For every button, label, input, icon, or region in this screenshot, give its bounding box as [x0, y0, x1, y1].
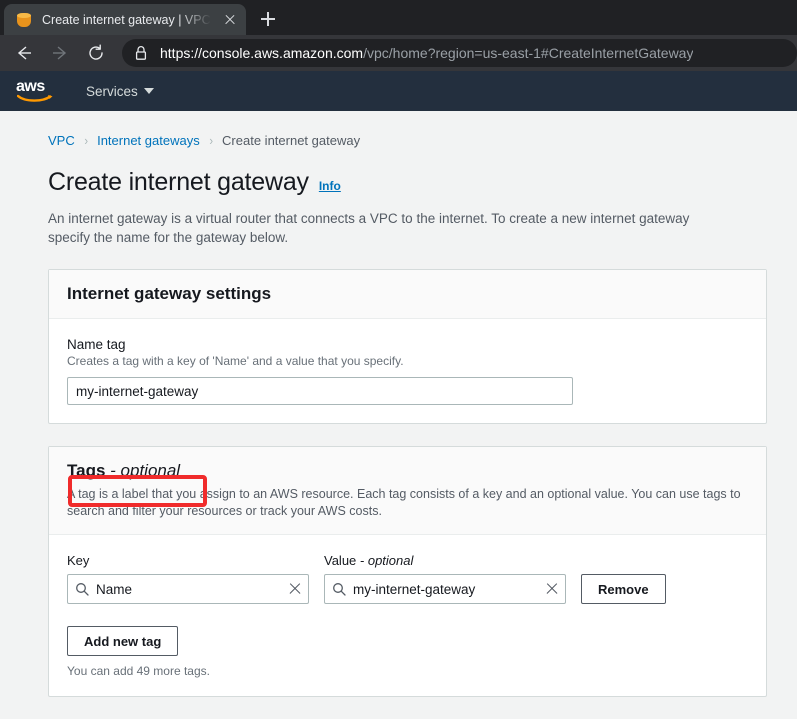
- page-content: VPC › Internet gateways › Create interne…: [0, 111, 797, 719]
- settings-card-heading: Internet gateway settings: [49, 270, 766, 319]
- back-arrow-icon[interactable]: [8, 37, 40, 69]
- breadcrumb-separator-icon: ›: [84, 133, 88, 148]
- chevron-down-icon: [143, 88, 154, 94]
- tag-value-label: Value - optional: [324, 553, 566, 568]
- tags-card-body: Key Name Value - optional my-internet-ga…: [49, 535, 766, 696]
- page-header: Create internet gateway Info: [0, 148, 797, 197]
- remove-tag-button[interactable]: Remove: [581, 574, 666, 604]
- tags-heading-text: Tags: [67, 461, 106, 480]
- plus-icon[interactable]: [254, 5, 282, 33]
- reload-icon[interactable]: [80, 37, 112, 69]
- aws-console: aws Services VPC › Internet gateways › C…: [0, 71, 797, 719]
- tag-key-value: Name: [96, 581, 133, 597]
- tags-card-description: A tag is a label that you assign to an A…: [67, 487, 741, 518]
- breadcrumb-item-internet-gateways[interactable]: Internet gateways: [97, 133, 200, 148]
- services-label: Services: [86, 83, 138, 99]
- settings-card-body: Name tag Creates a tag with a key of 'Na…: [49, 319, 766, 423]
- browser-tab-title: Create internet gateway | VPC Management…: [42, 12, 218, 27]
- table-row: Key Name Value - optional my-internet-ga…: [67, 553, 748, 604]
- url-text: https://console.aws.amazon.com/vpc/home?…: [160, 45, 693, 61]
- address-bar[interactable]: https://console.aws.amazon.com/vpc/home?…: [122, 39, 797, 67]
- breadcrumb: VPC › Internet gateways › Create interne…: [0, 111, 797, 148]
- tag-count-text: You can add 49 more tags.: [67, 664, 210, 678]
- browser-tab[interactable]: Create internet gateway | VPC Management…: [4, 4, 246, 35]
- close-icon[interactable]: [545, 582, 559, 596]
- close-icon[interactable]: [220, 10, 240, 30]
- tags-heading-optional: - optional: [105, 461, 181, 480]
- browser-toolbar: https://console.aws.amazon.com/vpc/home?…: [0, 35, 797, 71]
- tags-card-heading: Tags - optional A tag is a label that yo…: [49, 447, 766, 535]
- breadcrumb-separator-icon: ›: [209, 133, 213, 148]
- services-menu[interactable]: Services: [86, 84, 154, 99]
- breadcrumb-item-current: Create internet gateway: [222, 133, 361, 148]
- add-tag-section: Add new tag You can add 49 more tags.: [67, 626, 748, 678]
- tag-value-value: my-internet-gateway: [353, 581, 476, 597]
- url-domain: https://console.aws.amazon.com: [160, 45, 364, 61]
- aws-logo[interactable]: aws: [16, 78, 58, 104]
- name-tag-input-value: my-internet-gateway: [76, 383, 199, 399]
- add-new-tag-button[interactable]: Add new tag: [67, 626, 179, 656]
- tag-value-label-text: Value: [324, 553, 357, 568]
- form-footer: Cancel Create internet gateway: [48, 713, 767, 719]
- name-tag-input[interactable]: my-internet-gateway: [67, 377, 573, 405]
- name-tag-hint: Creates a tag with a key of 'Name' and a…: [67, 354, 404, 368]
- aws-vpc-box-icon: [16, 12, 32, 28]
- lock-icon: [134, 45, 148, 61]
- tag-value-label-optional: - optional: [356, 553, 414, 568]
- info-link[interactable]: Info: [319, 179, 341, 193]
- tag-key-column: Key Name: [67, 553, 309, 604]
- page-title: Create internet gateway: [48, 168, 309, 196]
- tag-value-input[interactable]: my-internet-gateway: [324, 574, 566, 604]
- name-tag-label: Name tag: [67, 337, 126, 352]
- browser-tab-strip: Create internet gateway | VPC Management…: [0, 0, 797, 35]
- url-path: /vpc/home?region=us-east-1#CreateInterne…: [363, 45, 694, 61]
- internet-gateway-settings-card: Internet gateway settings Name tag Creat…: [48, 269, 767, 424]
- page-description: An internet gateway is a virtual router …: [48, 211, 690, 245]
- search-icon: [76, 583, 89, 596]
- aws-global-navigation: aws Services: [0, 71, 797, 111]
- close-icon[interactable]: [288, 582, 302, 596]
- tags-card: Tags - optional A tag is a label that yo…: [48, 446, 767, 697]
- search-icon: [333, 583, 346, 596]
- aws-smile-icon: [17, 94, 53, 102]
- tag-value-column: Value - optional my-internet-gateway: [324, 553, 566, 604]
- breadcrumb-item-vpc[interactable]: VPC: [48, 133, 75, 148]
- tag-key-label: Key: [67, 553, 90, 568]
- browser-window: Create internet gateway | VPC Management…: [0, 0, 797, 719]
- tag-key-input[interactable]: Name: [67, 574, 309, 604]
- forward-arrow-icon: [44, 37, 76, 69]
